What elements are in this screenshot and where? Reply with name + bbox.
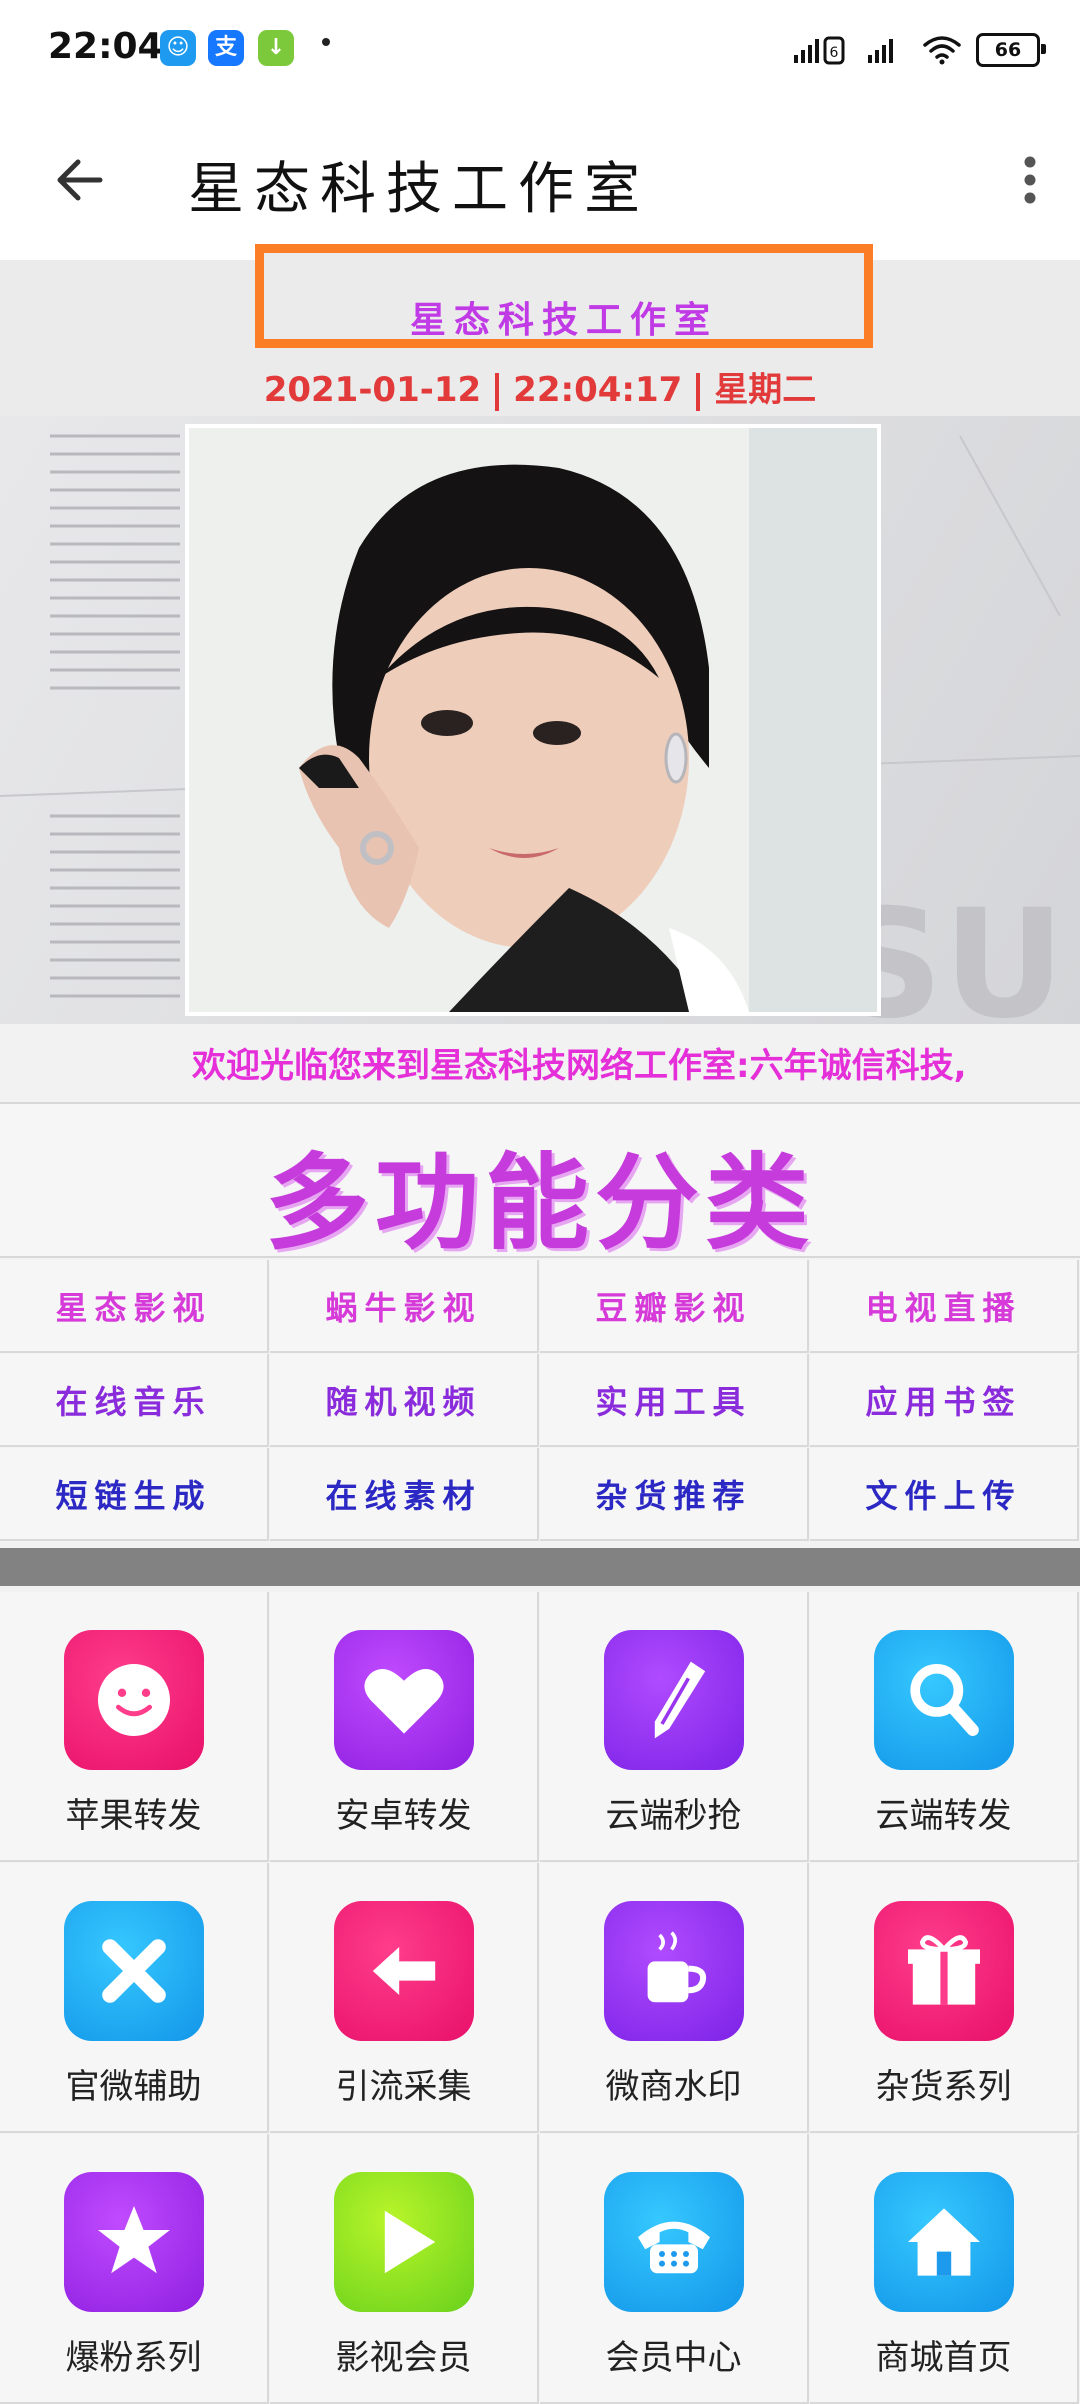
weekday-text: 星期二 [714,370,817,410]
date-text: 2021-01-12 [263,370,482,410]
download-icon: ↓ [258,30,294,66]
divider [495,372,500,411]
feature-tile-label: 云端秒抢 [605,1796,742,1836]
category-link[interactable]: 电视直播 [810,1260,1079,1353]
more-options-button[interactable] [1000,140,1060,220]
category-link[interactable]: 应用书签 [810,1354,1079,1447]
pencil-icon [604,1630,744,1770]
category-header: 多功能分类 [0,1102,1080,1264]
time-text: 22:04:17 [513,370,683,410]
search-icon [874,1630,1014,1770]
section-divider [0,1548,1080,1586]
feature-tile-label: 杂货系列 [875,2067,1012,2107]
category-link-label: 在线素材 [325,1476,482,1515]
category-link-label: 应用书签 [865,1382,1022,1421]
category-link[interactable]: 杂货推荐 [540,1448,809,1541]
close-icon [64,1901,204,2041]
feature-tile-label: 微商水印 [605,2067,742,2107]
smiley-icon [64,1630,204,1770]
category-link-label: 短链生成 [55,1476,212,1515]
category-link-label: 在线音乐 [55,1382,212,1421]
category-link[interactable]: 蜗牛影视 [270,1260,539,1353]
category-link-label: 豆瓣影视 [595,1288,752,1327]
category-link-label: 蜗牛影视 [325,1288,482,1327]
signal-icon: 6 [794,36,845,65]
alipay-icon: 支 [208,30,244,66]
site-title-box: 星态科技工作室 [255,244,873,348]
feature-tile[interactable]: 爆粉系列 [0,2134,269,2404]
date-time: 2021-01-12 22:04:17 星期二 [0,362,1080,411]
signal-2-icon [868,39,893,63]
status-time: 22:04 [48,26,163,67]
svg-text:6: 6 [830,45,839,61]
marquee: 欢迎光临您来到星态科技网络工作室:六年诚信科技, [0,1024,1080,1102]
back-button[interactable] [40,140,120,220]
arrow-left-icon [334,1901,474,2041]
category-link[interactable]: 实用工具 [540,1354,809,1447]
category-link[interactable]: 随机视频 [270,1354,539,1447]
status-indicators: 6 66 [792,28,1046,72]
feature-tile[interactable]: 杂货系列 [810,1863,1079,2133]
category-link-label: 杂货推荐 [595,1476,752,1515]
category-link-label: 星态影视 [55,1288,212,1327]
link-grid: 星态影视 蜗牛影视 豆瓣影视 电视直播在线音乐 随机视频 实用工具 应用书签短链生成 在线素材… [0,1260,1080,1542]
icon-grid: 苹果转发 安卓转发 云端秒抢 云端转发官微辅助 引流采集 微商水印 杂货系列爆粉系列 影视会员… [0,1592,1080,2404]
feature-tile[interactable]: 云端秒抢 [540,1592,809,1862]
divider [696,372,701,411]
category-link[interactable]: 豆瓣影视 [540,1260,809,1353]
coffee-cup-icon [604,1901,744,2041]
play-icon [334,2172,474,2312]
category-heading: 多功能分类 [264,1142,815,1264]
arrow-left-icon [57,159,103,201]
store-icon: ☺ [160,30,196,66]
category-link[interactable]: 在线素材 [270,1448,539,1541]
feature-tile-label: 爆粉系列 [65,2338,202,2378]
feature-tile-label: 引流采集 [335,2067,472,2107]
feature-tile[interactable]: 引流采集 [270,1863,539,2133]
battery-icon: 66 [976,33,1046,67]
category-link-label: 随机视频 [325,1382,482,1421]
feature-tile[interactable]: 影视会员 [270,2134,539,2404]
feature-tile[interactable]: 商城首页 [810,2134,1079,2404]
feature-tile[interactable]: 云端转发 [810,1592,1079,1862]
feature-tile[interactable]: 安卓转发 [270,1592,539,1862]
wifi-icon [923,36,961,65]
category-link[interactable]: 文件上传 [810,1448,1079,1541]
category-link[interactable]: 星态影视 [0,1260,269,1353]
heart-icon [334,1630,474,1770]
feature-tile[interactable]: 苹果转发 [0,1592,269,1862]
category-link-label: 文件上传 [865,1476,1022,1515]
site-title: 星态科技工作室 [409,300,718,341]
feature-tile-label: 苹果转发 [65,1796,202,1836]
feature-tile-label: 影视会员 [335,2338,472,2378]
category-link-label: 实用工具 [595,1382,752,1421]
banner[interactable]: SU [0,416,1080,1024]
marquee-text: 欢迎光临您来到星态科技网络工作室:六年诚信科技, [192,1046,967,1086]
status-bar: 22:04 ☺ 支 ↓ 6 66 [0,0,1080,100]
telephone-icon [604,2172,744,2312]
feature-tile[interactable]: 会员中心 [540,2134,809,2404]
banner-photo [185,424,881,1016]
battery-level: 66 [994,39,1022,61]
feature-tile[interactable]: 微商水印 [540,1863,809,2133]
feature-tile-label: 云端转发 [875,1796,1012,1836]
feature-tile-label: 会员中心 [605,2338,742,2378]
feature-tile-label: 商城首页 [875,2338,1012,2378]
category-link-label: 电视直播 [865,1288,1022,1327]
home-icon [874,2172,1014,2312]
feature-tile[interactable]: 官微辅助 [0,1863,269,2133]
feature-tile-label: 官微辅助 [65,2067,202,2107]
feature-tile-label: 安卓转发 [335,1796,472,1836]
portrait-image [189,428,877,1012]
app-bar: 星态科技工作室 [0,100,1080,260]
category-link[interactable]: 在线音乐 [0,1354,269,1447]
notification-dot-icon [322,38,330,46]
star-icon [64,2172,204,2312]
gift-icon [874,1901,1014,2041]
category-link[interactable]: 短链生成 [0,1448,269,1541]
more-vertical-icon [1024,156,1036,204]
page-title: 星态科技工作室 [188,157,650,222]
